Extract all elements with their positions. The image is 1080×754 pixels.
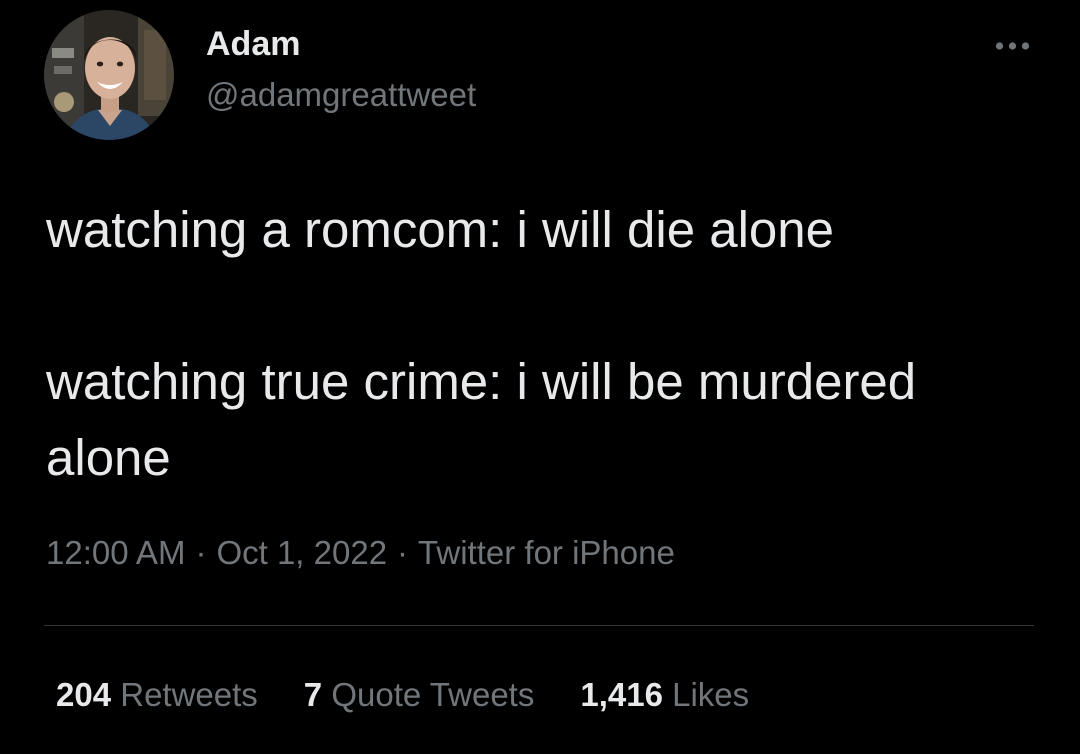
author-names: Adam @adamgreattweet (206, 24, 476, 115)
tweet-paragraph: watching true crime: i will be murdered … (46, 353, 917, 486)
tweet-source: Twitter for iPhone (418, 534, 675, 571)
more-horizontal-icon (995, 42, 1030, 50)
tweet-date[interactable]: Oct 1, 2022 (216, 534, 387, 571)
quote-tweets-label: Quote Tweets (331, 676, 535, 713)
tweet-stats: 204 Retweets 7 Quote Tweets 1,416 Likes (56, 675, 795, 715)
author-display-name[interactable]: Adam (206, 24, 476, 64)
meta-separator: · (195, 534, 207, 571)
tweet-paragraph: watching a romcom: i will die alone (46, 201, 835, 258)
avatar[interactable] (44, 10, 174, 140)
retweets-count: 204 (56, 676, 112, 713)
tweet-text: watching a romcom: i will die alone watc… (46, 192, 1036, 496)
author-handle[interactable]: @adamgreattweet (206, 75, 476, 115)
retweets-label: Retweets (120, 676, 258, 713)
meta-separator: · (397, 534, 409, 571)
likes-label: Likes (672, 676, 750, 713)
quote-tweets-stat[interactable]: 7 Quote Tweets (304, 675, 535, 715)
more-options-button[interactable] (994, 36, 1034, 56)
likes-stat[interactable]: 1,416 Likes (580, 675, 749, 715)
tweet-meta: 12:00 AM · Oct 1, 2022 · Twitter for iPhone (46, 533, 675, 573)
avatar-photo (44, 10, 174, 140)
likes-count: 1,416 (580, 676, 663, 713)
divider (44, 625, 1034, 626)
quote-tweets-count: 7 (303, 676, 323, 713)
tweet-time[interactable]: 12:00 AM (46, 534, 185, 571)
tweet-header: Adam @adamgreattweet (44, 10, 1034, 142)
retweets-stat[interactable]: 204 Retweets (56, 675, 258, 715)
